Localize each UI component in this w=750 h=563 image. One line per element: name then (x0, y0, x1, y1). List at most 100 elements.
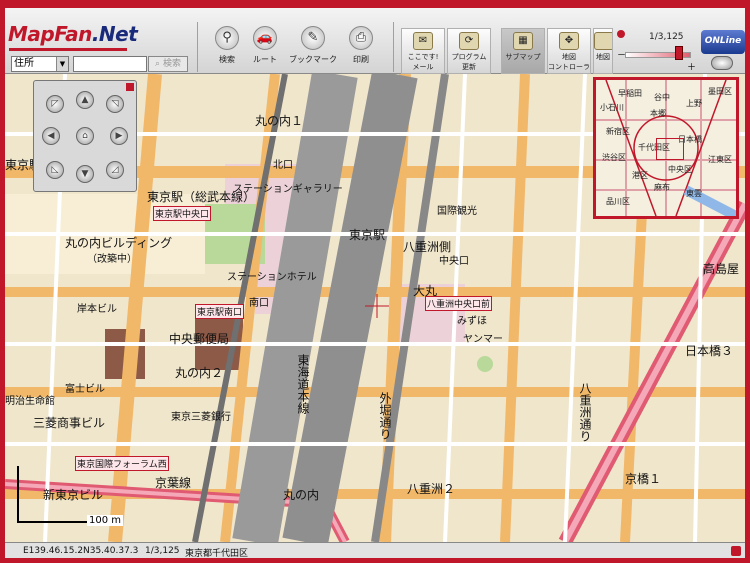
submap-label: 渋谷区 (602, 153, 626, 162)
pan-north-button[interactable]: ▲ (76, 91, 94, 109)
search-category-select[interactable]: 住所 ▼ (11, 56, 69, 72)
map-label-station-gallery: ステーションギャラリー (233, 184, 343, 195)
window-frame-top (0, 0, 750, 8)
controller-icon: ✥ (559, 32, 579, 50)
submap-label: 港区 (632, 171, 648, 180)
printer-icon: ⎙ (349, 26, 373, 50)
submap-label: 谷中 (654, 93, 670, 102)
map-label-tokyo-station-center: 東京駅 (349, 228, 386, 242)
status-bar: E139.46.15.2 N35.40.37.3 1/3,125 東京都千代田区 (5, 542, 745, 559)
submap-label: 麻布 (654, 183, 670, 192)
online-logo[interactable]: ONLine (701, 30, 745, 54)
map-label-takashimaya: 高島屋 (703, 262, 740, 276)
app-logo: MapFan.Net (8, 22, 138, 46)
map-icon (594, 32, 612, 50)
pan-southeast-button[interactable]: ◿ (106, 161, 124, 179)
chevron-down-icon: ▼ (56, 57, 68, 71)
map-label-chuo-post: 中央郵便局 (169, 332, 230, 346)
search-input[interactable] (73, 56, 147, 72)
status-address: 東京都千代田区 (185, 549, 249, 559)
zoom-slider-handle[interactable] (675, 46, 683, 60)
pan-west-button[interactable]: ◀ (42, 127, 60, 145)
submap-label: 東雲 (686, 189, 702, 198)
map-label-station-hotel: ステーションホテル (227, 272, 317, 283)
pan-northwest-button[interactable]: ◸ (46, 95, 64, 113)
toolbar: MapFan.Net 住所 ▼ ⌕ 検索 ⚲ 検索 🚗 ルート ✎ ブックマーク… (5, 8, 745, 74)
map-label-south-exit: 南口 (249, 298, 269, 309)
status-longitude: E139.46.15.2 (23, 546, 84, 556)
submap-label: 早稲田 (618, 89, 642, 98)
car-icon: 🚗 (253, 26, 277, 50)
print-tool-button[interactable]: ⎙ 印刷 (337, 22, 385, 74)
window-frame-right (745, 0, 750, 563)
submap-button[interactable]: ▦ サブマップ (501, 28, 545, 74)
online-toggle-button[interactable] (711, 56, 733, 70)
map-label-marunouchi2: 丸の内２ (175, 366, 224, 380)
pan-east-button[interactable]: ▶ (110, 127, 128, 145)
map-label-tokaido-line: 東海道本線 (296, 354, 310, 414)
map-label-mitsubishi-shoji: 三菱商事ビル (33, 416, 106, 430)
submap-label: 品川区 (606, 197, 630, 206)
status-latitude: N35.40.37.3 (83, 546, 139, 556)
map-controller-button[interactable]: ✥ 地図 コントローラ (547, 28, 591, 74)
map-label-kyobashi1: 京橋１ (625, 472, 662, 486)
map-label-yaesu2: 八重洲２ (407, 482, 456, 496)
submap-label: 本郷 (650, 109, 666, 118)
home-button[interactable]: ⌂ (76, 127, 94, 145)
map-controller-panel: ◸ ▲ ◹ ◀ ⌂ ▶ ◺ ▼ ◿ (33, 80, 137, 192)
toolbar-divider (197, 22, 198, 72)
status-scale: 1/3,125 (145, 546, 180, 556)
map-label-chuo-exit: 中央口 (439, 256, 469, 267)
pan-northeast-button[interactable]: ◹ (106, 95, 124, 113)
map-label-north-exit: 北口 (273, 160, 293, 171)
map-label-meiji-seimei: 明治生命館 (5, 396, 55, 407)
scale-bar: 100 m (17, 466, 127, 526)
close-icon[interactable] (126, 83, 134, 91)
bookmark-tool-button[interactable]: ✎ ブックマーク (289, 22, 337, 74)
zoom-in-icon[interactable]: ＋ (687, 60, 696, 73)
submap-label: 新宿区 (606, 127, 630, 136)
map-label-under-construction: （改築中） (87, 254, 137, 265)
submap-label: 中央区 (668, 165, 692, 174)
scale-readout: 1/3,125 (649, 32, 684, 42)
pan-southwest-button[interactable]: ◺ (46, 161, 64, 179)
magnifier-icon: ⚲ (215, 26, 239, 50)
program-update-button[interactable]: ⟳ プログラム 更新 (447, 28, 491, 74)
map-label-marunouchi1: 丸の内１ (255, 114, 304, 128)
map-label-yaesu-chuo: 八重洲中央口前 (425, 296, 493, 311)
scale-bar-label: 100 m (87, 515, 124, 526)
route-tool-button[interactable]: 🚗 ルート (241, 22, 289, 74)
submap-label: 上野 (686, 99, 702, 108)
map-label-marunouchi-line: 丸の内 (283, 488, 320, 502)
window-frame-bottom (0, 558, 750, 563)
map-label-kishimoto: 岸本ビル (77, 304, 117, 315)
submap-icon: ▦ (513, 32, 533, 50)
search-button[interactable]: ⌕ 検索 (148, 56, 188, 72)
map-label-sotobori-street: 外堀通り (378, 392, 392, 440)
map-button[interactable]: 地図 (593, 28, 613, 74)
map-label-mizuho: みずほ (457, 316, 487, 327)
resize-grip-icon[interactable] (731, 546, 741, 556)
map-label-tokyo-keiyo: 京葉線 (155, 476, 192, 490)
submap-overview[interactable]: 早稲田 谷中 上野 墨田区 小石川 本郷 新宿区 千代田区 日本橋 江東区 渋谷… (593, 77, 739, 219)
logo-underline (9, 48, 127, 51)
map-label-yanmar: ヤンマー (463, 334, 503, 345)
mail-location-button[interactable]: ✉ ここです! メール (401, 28, 445, 74)
pan-south-button[interactable]: ▼ (76, 165, 94, 183)
status-light-icon (617, 30, 625, 38)
submap-label: 小石川 (600, 103, 624, 112)
map-label-tokyo-chuo-exit: 東京駅中央口 (153, 206, 212, 221)
map-label-marunouchi-building: 丸の内ビルディング (65, 236, 173, 250)
update-icon: ⟳ (459, 32, 479, 50)
map-label-fuji-building: 富士ビル (65, 384, 105, 395)
submap-viewport-indicator[interactable] (656, 138, 684, 160)
scale-bar-line (17, 521, 89, 523)
map-canvas[interactable]: 丸の内１ 東京駅 東京駅（総武本線） 東京駅中央口 丸の内ビルディング （改築中… (5, 74, 745, 542)
map-label-yaesu-street: 八重洲通り (578, 382, 592, 442)
envelope-icon: ✉ (413, 32, 433, 50)
map-label-tokyo-mitsubishi-bank: 東京三菱銀行 (171, 412, 231, 423)
map-label-tokyo-south-exit: 東京駅南口 (195, 304, 245, 319)
scale-bar-tick (17, 466, 19, 523)
map-label-kokusai-kanko: 国際観光 (437, 206, 477, 217)
scale-panel: 1/3,125 － ＋ (617, 30, 696, 74)
